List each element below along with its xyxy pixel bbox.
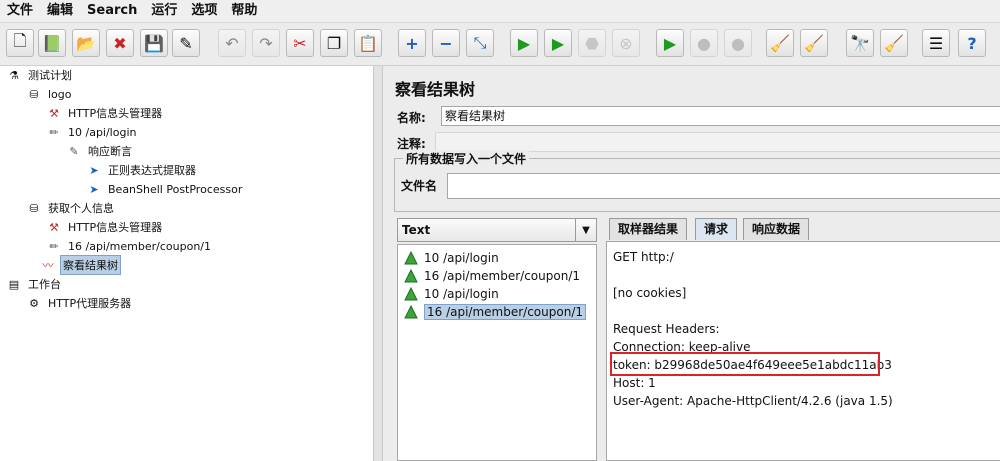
name-label: 名称: [397,111,426,125]
stop-icon[interactable]: ⬣ [578,29,606,57]
result-tabs: 取样器结果 请求 响应数据 [609,218,1000,240]
tree-node-assertion[interactable]: ✎ 响应断言 [66,142,134,160]
tab-response-data[interactable]: 响应数据 [743,218,810,240]
workbench-icon: ▤ [8,277,20,291]
test-plan-icon: ⚗ [9,68,19,82]
paste-icon[interactable]: 📋 [354,29,382,57]
menu-edit[interactable]: 编辑 [40,0,80,22]
tab-sampler-result[interactable]: 取样器结果 [609,218,688,240]
proxy-icon: ⚙ [29,296,39,310]
tab-request[interactable]: 请求 [695,218,738,240]
tree-node-proxy[interactable]: ⚙ HTTP代理服务器 [26,294,133,312]
copy-icon[interactable]: ❐ [320,29,348,57]
result-item-selected[interactable]: 16 /api/member/coupon/1 [404,303,586,321]
listener-icon: 〰 [42,259,54,272]
reset-search-icon[interactable]: 🧹 [880,29,908,57]
token-highlight-box [610,352,880,376]
success-icon [404,287,418,301]
tree-node-listener[interactable]: 〰 察看结果树 [40,255,121,275]
save-as-icon[interactable]: ✎ [172,29,200,57]
success-icon [404,251,418,265]
file-name-input[interactable] [447,173,1000,199]
toggle-icon[interactable]: ⤡ [466,29,494,57]
request-line: Request Headers: [613,322,720,336]
expand-icon[interactable]: + [398,29,426,57]
shutdown-icon[interactable]: ⊗ [612,29,640,57]
assertion-icon: ✎ [69,144,79,158]
remote-start-icon[interactable]: ▶ [656,29,684,57]
save-icon[interactable]: 💾 [140,29,168,57]
test-plan-tree: ⚗ 测试计划 ⛁ logo ⚒ HTTP信息头管理器 ✏ 10 /api/log… [0,66,374,461]
tree-node-test-plan[interactable]: ⚗ 测试计划 [6,66,74,84]
redo-icon[interactable]: ↷ [252,29,280,57]
thread-group-icon: ⛁ [29,201,39,215]
header-manager-icon: ⚒ [49,106,59,120]
request-line: User-Agent: Apache-HttpClient/4.2.6 (jav… [613,394,893,408]
extractor-icon: ➤ [89,163,99,177]
sampler-icon: ✏ [49,125,59,139]
write-to-file-group: 所有数据写入一个文件 文件名 [394,150,1000,212]
start-no-pause-icon[interactable]: ▶ [544,29,572,57]
request-line: GET http:/ [613,250,674,264]
remote-exit-icon[interactable]: ● [724,29,752,57]
start-icon[interactable]: ▶ [510,29,538,57]
file-name-label: 文件名 [401,179,438,193]
tree-node-sampler[interactable]: ✏ 10 /api/login [46,123,138,141]
renderer-select[interactable]: Text ▼ [397,218,597,242]
open-icon[interactable]: 📂 [72,29,100,57]
tree-node-thread-group[interactable]: ⛁ 获取个人信息 [26,199,116,217]
request-detail[interactable]: GET http:/ [no cookies] Request Headers:… [606,241,1000,461]
menu-run[interactable]: 运行 [144,0,184,22]
success-icon [404,269,418,283]
renderer-select-value: Text [402,223,431,237]
help-icon[interactable]: ? [958,29,986,57]
view-results-tree-panel: 察看结果树 名称: 察看结果树 注释: 所有数据写入一个文件 文件名 Text … [383,66,1000,461]
result-item[interactable]: 10 /api/login [404,285,499,303]
cut-icon[interactable]: ✂ [286,29,314,57]
undo-icon[interactable]: ↶ [218,29,246,57]
tree-node-header-manager[interactable]: ⚒ HTTP信息头管理器 [46,218,164,236]
result-item[interactable]: 10 /api/login [404,249,499,267]
close-icon[interactable]: ✖ [106,29,134,57]
menu-search[interactable]: Search [80,0,144,22]
menu-options[interactable]: 选项 [184,0,224,22]
remote-stop-icon[interactable]: ● [690,29,718,57]
search-icon[interactable]: 🔭 [846,29,874,57]
menu-file[interactable]: 文件 [0,0,40,22]
result-item[interactable]: 16 /api/member/coupon/1 [404,267,580,285]
group-title: 所有数据写入一个文件 [403,150,530,167]
comment-field[interactable] [435,132,1000,152]
request-line: Host: 1 [613,376,656,390]
chevron-down-icon: ▼ [575,219,596,241]
menu-help[interactable]: 帮助 [224,0,264,22]
function-helper-icon[interactable]: ☰ [922,29,950,57]
success-icon [404,305,418,319]
header-manager-icon: ⚒ [49,220,59,234]
panel-title: 察看结果树 [395,80,476,99]
tree-node-header-manager[interactable]: ⚒ HTTP信息头管理器 [46,104,164,122]
name-field[interactable]: 察看结果树 [441,106,1000,126]
split-pane-divider[interactable] [374,66,383,461]
request-line: [no cookies] [613,286,687,300]
menu-bar: 文件 编辑 Search 运行 选项 帮助 [0,0,1000,23]
clear-icon[interactable]: 🧹 [766,29,794,57]
new-icon[interactable]: 🗋 [6,29,34,57]
results-list: 10 /api/login 16 /api/member/coupon/1 10… [397,244,597,461]
collapse-icon[interactable]: − [432,29,460,57]
tree-node-sampler[interactable]: ✏ 16 /api/member/coupon/1 [46,237,213,255]
tree-node-extractor[interactable]: ➤ 正则表达式提取器 [86,161,198,179]
tree-node-postprocessor[interactable]: ➤ BeanShell PostProcessor [86,180,244,198]
tree-node-thread-group[interactable]: ⛁ logo [26,85,74,103]
thread-group-icon: ⛁ [29,87,39,101]
tree-node-workbench[interactable]: ▤ 工作台 [6,275,63,293]
clear-all-icon[interactable]: 🧹 [800,29,828,57]
postprocessor-icon: ➤ [89,182,99,196]
toolbar: 🗋 📗 📂 ✖ 💾 ✎ ↶ ↷ ✂ ❐ 📋 + − ⤡ ▶ ▶ ⬣ ⊗ ▶ ● … [0,23,1000,66]
sampler-icon: ✏ [49,239,59,253]
templates-icon[interactable]: 📗 [38,29,66,57]
